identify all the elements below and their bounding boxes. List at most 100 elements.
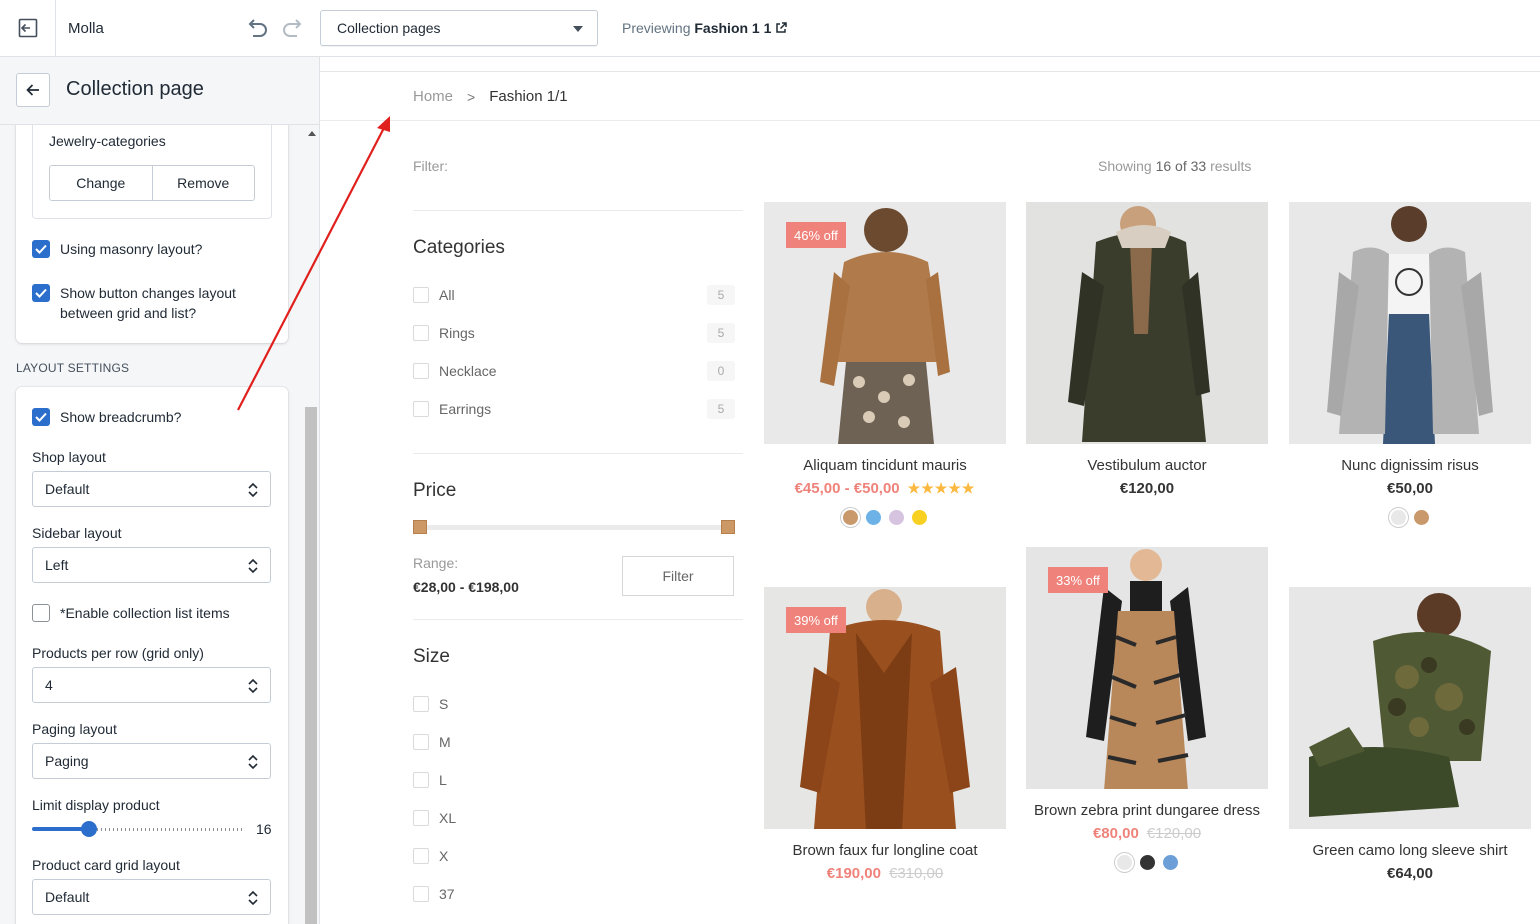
masonry-checkbox[interactable] bbox=[32, 240, 50, 258]
template-selector[interactable]: Collection pages bbox=[320, 10, 598, 46]
product-price-row: €45,00 - €50,00 ★★★★★ bbox=[764, 480, 1006, 497]
category-filter-item[interactable]: All 5 bbox=[413, 285, 735, 305]
paging-layout-select[interactable]: Paging bbox=[32, 743, 271, 779]
price-min-handle[interactable] bbox=[413, 520, 427, 534]
size-filter-item[interactable]: L bbox=[413, 772, 735, 788]
size-label: X bbox=[439, 848, 449, 864]
limit-slider-thumb[interactable] bbox=[81, 821, 97, 837]
product-price: €64,00 bbox=[1387, 865, 1433, 882]
layout-toggle-label-line-1: Show button changes layout bbox=[60, 285, 236, 301]
product-title[interactable]: Nunc dignissim risus bbox=[1289, 457, 1531, 474]
color-swatch[interactable] bbox=[1391, 510, 1406, 525]
color-swatch[interactable] bbox=[889, 510, 904, 525]
product-title[interactable]: Vestibulum auctor bbox=[1026, 457, 1268, 474]
category-checkbox[interactable] bbox=[413, 287, 429, 303]
size-checkbox[interactable] bbox=[413, 886, 429, 902]
color-swatch[interactable] bbox=[912, 510, 927, 525]
size-checkbox[interactable] bbox=[413, 696, 429, 712]
category-filter-item[interactable]: Earrings 5 bbox=[413, 399, 735, 419]
color-swatch[interactable] bbox=[843, 510, 858, 525]
enable-list-checkbox[interactable] bbox=[32, 604, 50, 622]
change-collection-button[interactable]: Change bbox=[50, 166, 152, 200]
product-price-row: €120,00 bbox=[1026, 480, 1268, 497]
size-checkbox[interactable] bbox=[413, 772, 429, 788]
product-image[interactable] bbox=[1026, 202, 1268, 444]
category-checkbox[interactable] bbox=[413, 363, 429, 379]
breadcrumb-option[interactable]: Show breadcrumb? bbox=[32, 407, 181, 427]
color-swatch[interactable] bbox=[1414, 510, 1429, 525]
products-per-row-select[interactable]: 4 bbox=[32, 667, 271, 703]
category-count: 0 bbox=[707, 361, 735, 381]
color-swatch[interactable] bbox=[1139, 855, 1155, 870]
product-image[interactable]: 39% off bbox=[764, 587, 1006, 829]
breadcrumb-home-link[interactable]: Home bbox=[413, 88, 453, 105]
color-swatches bbox=[764, 510, 1006, 525]
color-swatch[interactable] bbox=[1116, 855, 1132, 870]
layout-toggle-checkbox[interactable] bbox=[32, 284, 50, 302]
exit-editor-button[interactable] bbox=[0, 0, 56, 56]
caret-down-icon bbox=[573, 26, 583, 32]
product-title[interactable]: Green camo long sleeve shirt bbox=[1289, 842, 1531, 859]
card-layout-label: Product card grid layout bbox=[32, 857, 180, 873]
shop-layout-select[interactable]: Default bbox=[32, 471, 271, 507]
size-filter-item[interactable]: XL bbox=[413, 810, 735, 826]
product-title[interactable]: Brown zebra print dungaree dress bbox=[1026, 802, 1268, 819]
size-filter-item[interactable]: X bbox=[413, 848, 735, 864]
category-filter-item[interactable]: Rings 5 bbox=[413, 323, 735, 343]
product-title[interactable]: Brown faux fur longline coat bbox=[764, 842, 1006, 859]
product-image[interactable]: 46% off bbox=[764, 202, 1006, 444]
card-layout-select[interactable]: Default bbox=[32, 879, 271, 915]
price-max-handle[interactable] bbox=[721, 520, 735, 534]
masonry-option[interactable]: Using masonry layout? bbox=[32, 239, 202, 259]
select-arrows-icon bbox=[248, 558, 258, 574]
undo-button[interactable] bbox=[244, 15, 270, 41]
size-checkbox[interactable] bbox=[413, 734, 429, 750]
sidebar-scroll-thumb[interactable] bbox=[305, 407, 317, 924]
select-arrows-icon bbox=[248, 678, 258, 694]
size-label: M bbox=[439, 734, 451, 750]
sidebar-layout-select[interactable]: Left bbox=[32, 547, 271, 583]
product-image[interactable]: 33% off bbox=[1026, 547, 1268, 789]
size-checkbox[interactable] bbox=[413, 810, 429, 826]
redo-icon bbox=[283, 19, 302, 37]
collection-button-group: Change Remove bbox=[49, 165, 255, 201]
external-link-icon[interactable] bbox=[775, 22, 788, 34]
category-filter-item[interactable]: Necklace 0 bbox=[413, 361, 735, 381]
color-swatch[interactable] bbox=[1162, 855, 1178, 870]
back-button[interactable] bbox=[16, 73, 50, 107]
redo-button[interactable] bbox=[280, 15, 306, 41]
layout-toggle-label: Show button changes layout between grid … bbox=[60, 283, 236, 323]
range-label: Range: bbox=[413, 555, 459, 571]
price-range-track[interactable] bbox=[419, 525, 729, 530]
size-label: S bbox=[439, 696, 449, 712]
size-filter-item[interactable]: S bbox=[413, 696, 735, 712]
scroll-up-arrow-icon[interactable] bbox=[308, 131, 316, 136]
price-divider bbox=[413, 619, 743, 620]
remove-collection-button[interactable]: Remove bbox=[151, 166, 255, 200]
size-filter-item[interactable]: M bbox=[413, 734, 735, 750]
checkmark-icon bbox=[35, 244, 47, 254]
enable-list-option[interactable]: *Enable collection list items bbox=[32, 603, 230, 623]
category-label: Rings bbox=[439, 325, 475, 341]
categories-title: Categories bbox=[413, 237, 505, 258]
size-filter-item[interactable]: 37 bbox=[413, 886, 735, 902]
category-checkbox[interactable] bbox=[413, 401, 429, 417]
limit-display-slider[interactable] bbox=[32, 821, 243, 837]
category-checkbox[interactable] bbox=[413, 325, 429, 341]
limit-slider-ticks bbox=[97, 828, 243, 831]
price-filter-button[interactable]: Filter bbox=[622, 556, 734, 596]
layout-toggle-option[interactable]: Show button changes layout between grid … bbox=[32, 283, 236, 323]
category-count: 5 bbox=[707, 399, 735, 419]
sidebar-layout-value: Left bbox=[45, 557, 69, 573]
preview-link[interactable]: Fashion 1 1 bbox=[694, 20, 771, 36]
shop-layout-value: Default bbox=[45, 481, 90, 497]
product-image[interactable] bbox=[1289, 587, 1531, 829]
product-title[interactable]: Aliquam tincidunt mauris bbox=[764, 457, 1006, 474]
product-image[interactable] bbox=[1289, 202, 1531, 444]
breadcrumb-checkbox[interactable] bbox=[32, 408, 50, 426]
size-checkbox[interactable] bbox=[413, 848, 429, 864]
results-suffix: results bbox=[1210, 158, 1252, 174]
product-price-row: €190,00 €310,00 bbox=[764, 865, 1006, 882]
color-swatch[interactable] bbox=[866, 510, 881, 525]
theme-settings-sidebar: Jewelry-categories Change Remove Using m… bbox=[0, 57, 320, 924]
